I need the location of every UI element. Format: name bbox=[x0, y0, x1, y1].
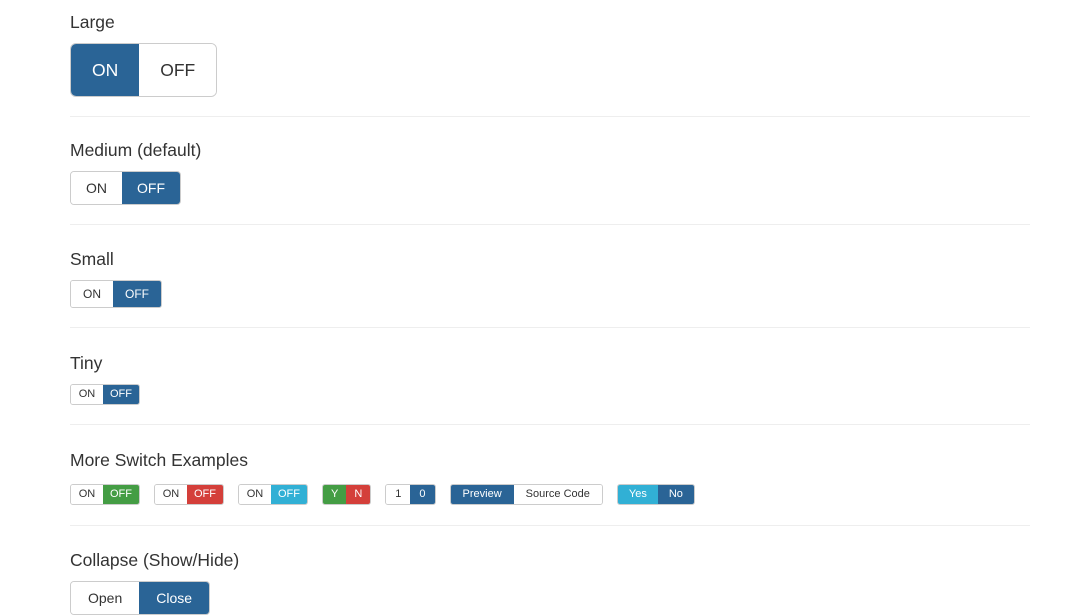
section-title-large: Large bbox=[70, 12, 115, 32]
switch-tiny-off[interactable]: OFF bbox=[103, 385, 139, 404]
switch-yes-no-short-off[interactable]: N bbox=[346, 484, 371, 504]
switch-large[interactable]: ON OFF bbox=[70, 43, 218, 97]
section-title-small: Small bbox=[70, 249, 114, 269]
switch-tiny-on[interactable]: ON bbox=[71, 385, 103, 404]
switch-danger-on[interactable]: ON bbox=[155, 484, 187, 504]
switch-small-off[interactable]: OFF bbox=[113, 281, 161, 307]
switch-demo-page: Large ON OFF Medium (default) ON OFF Small… bbox=[0, 0, 1080, 615]
divider-wrap-tiny bbox=[70, 405, 1030, 425]
switch-collapse-open[interactable]: Open bbox=[71, 582, 140, 614]
section-title-collapse: Collapse (Show/Hide) bbox=[70, 550, 240, 570]
switch-yes-no-short[interactable]: YN bbox=[322, 483, 372, 505]
section-large: Large ON OFF bbox=[70, 0, 1030, 117]
switch-info[interactable]: ON OFF bbox=[238, 483, 308, 505]
switch-binary-off[interactable]: 0 bbox=[410, 484, 435, 504]
divider-wrap-small bbox=[70, 308, 1030, 328]
section-title-more-examples: More Switch Examples bbox=[70, 450, 248, 470]
switch-preview-on[interactable]: Preview bbox=[450, 484, 514, 504]
switch-small-on[interactable]: ON bbox=[71, 281, 113, 307]
switch-yes-no-short-on[interactable]: Y bbox=[323, 484, 347, 504]
switch-tiny[interactable]: ON OFF bbox=[70, 384, 140, 405]
divider-wrap-medium bbox=[70, 205, 1030, 225]
switch-binary[interactable]: 10 bbox=[385, 483, 436, 505]
switch-medium-off[interactable]: OFF bbox=[122, 172, 180, 204]
switch-preview-source[interactable]: Preview Source Code bbox=[449, 483, 603, 505]
section-title-tiny: Tiny bbox=[70, 353, 103, 373]
switch-info-on[interactable]: ON bbox=[239, 484, 271, 504]
divider-wrap-large bbox=[70, 97, 1030, 117]
switch-danger[interactable]: ON OFF bbox=[154, 483, 224, 505]
switch-small[interactable]: ON OFF bbox=[70, 280, 162, 308]
section-medium: Medium (default) ON OFF bbox=[70, 117, 1030, 225]
divider-wrap-more bbox=[70, 507, 1030, 526]
switch-success[interactable]: ON OFF bbox=[70, 483, 140, 505]
section-more-examples: More Switch Examples ON OFF ON OFF ON OFF Y… bbox=[70, 425, 1030, 526]
section-small: Small ON OFF bbox=[70, 225, 1030, 328]
switch-preview-off[interactable]: Source Code bbox=[513, 484, 602, 504]
switch-collapse[interactable]: Open Close bbox=[70, 581, 211, 615]
switch-collapse-close[interactable]: Close bbox=[139, 582, 210, 614]
switch-yes-no[interactable]: Yes No bbox=[616, 483, 695, 505]
switch-medium[interactable]: ON OFF bbox=[70, 171, 181, 205]
switch-yes-no-on[interactable]: Yes bbox=[617, 484, 658, 504]
switch-binary-on[interactable]: 1 bbox=[386, 484, 411, 504]
switch-large-off[interactable]: OFF bbox=[139, 44, 217, 96]
section-tiny: Tiny ON OFF bbox=[70, 328, 1030, 425]
more-examples-row: ON OFF ON OFF ON OFF YN 10 Preview Source Co… bbox=[70, 481, 1030, 507]
section-title-medium: Medium (default) bbox=[70, 140, 202, 160]
switch-yes-no-off[interactable]: No bbox=[657, 484, 694, 504]
switch-large-on[interactable]: ON bbox=[71, 44, 140, 96]
switch-success-on[interactable]: ON bbox=[71, 484, 103, 504]
switch-success-off[interactable]: OFF bbox=[103, 484, 139, 504]
switch-info-off[interactable]: OFF bbox=[271, 484, 307, 504]
switch-danger-off[interactable]: OFF bbox=[187, 484, 223, 504]
switch-medium-on[interactable]: ON bbox=[71, 172, 122, 204]
